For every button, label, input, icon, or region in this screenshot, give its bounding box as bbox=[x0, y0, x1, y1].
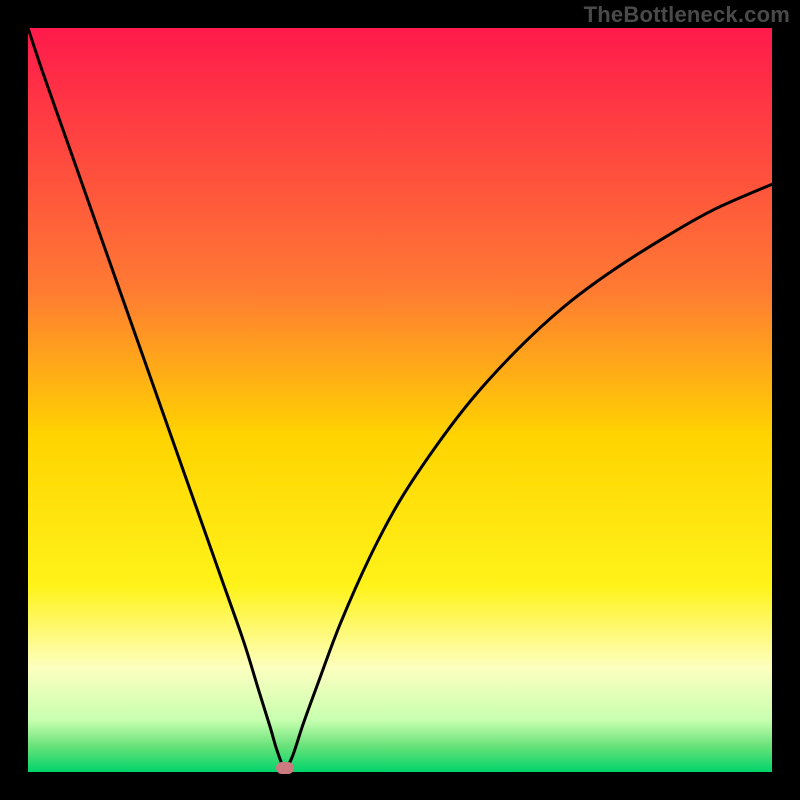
watermark-text: TheBottleneck.com bbox=[584, 2, 790, 28]
gradient-background bbox=[28, 28, 772, 772]
plot-svg bbox=[28, 28, 772, 772]
optimal-point-marker bbox=[276, 762, 294, 774]
plot-area bbox=[28, 28, 772, 772]
chart-frame: TheBottleneck.com bbox=[0, 0, 800, 800]
